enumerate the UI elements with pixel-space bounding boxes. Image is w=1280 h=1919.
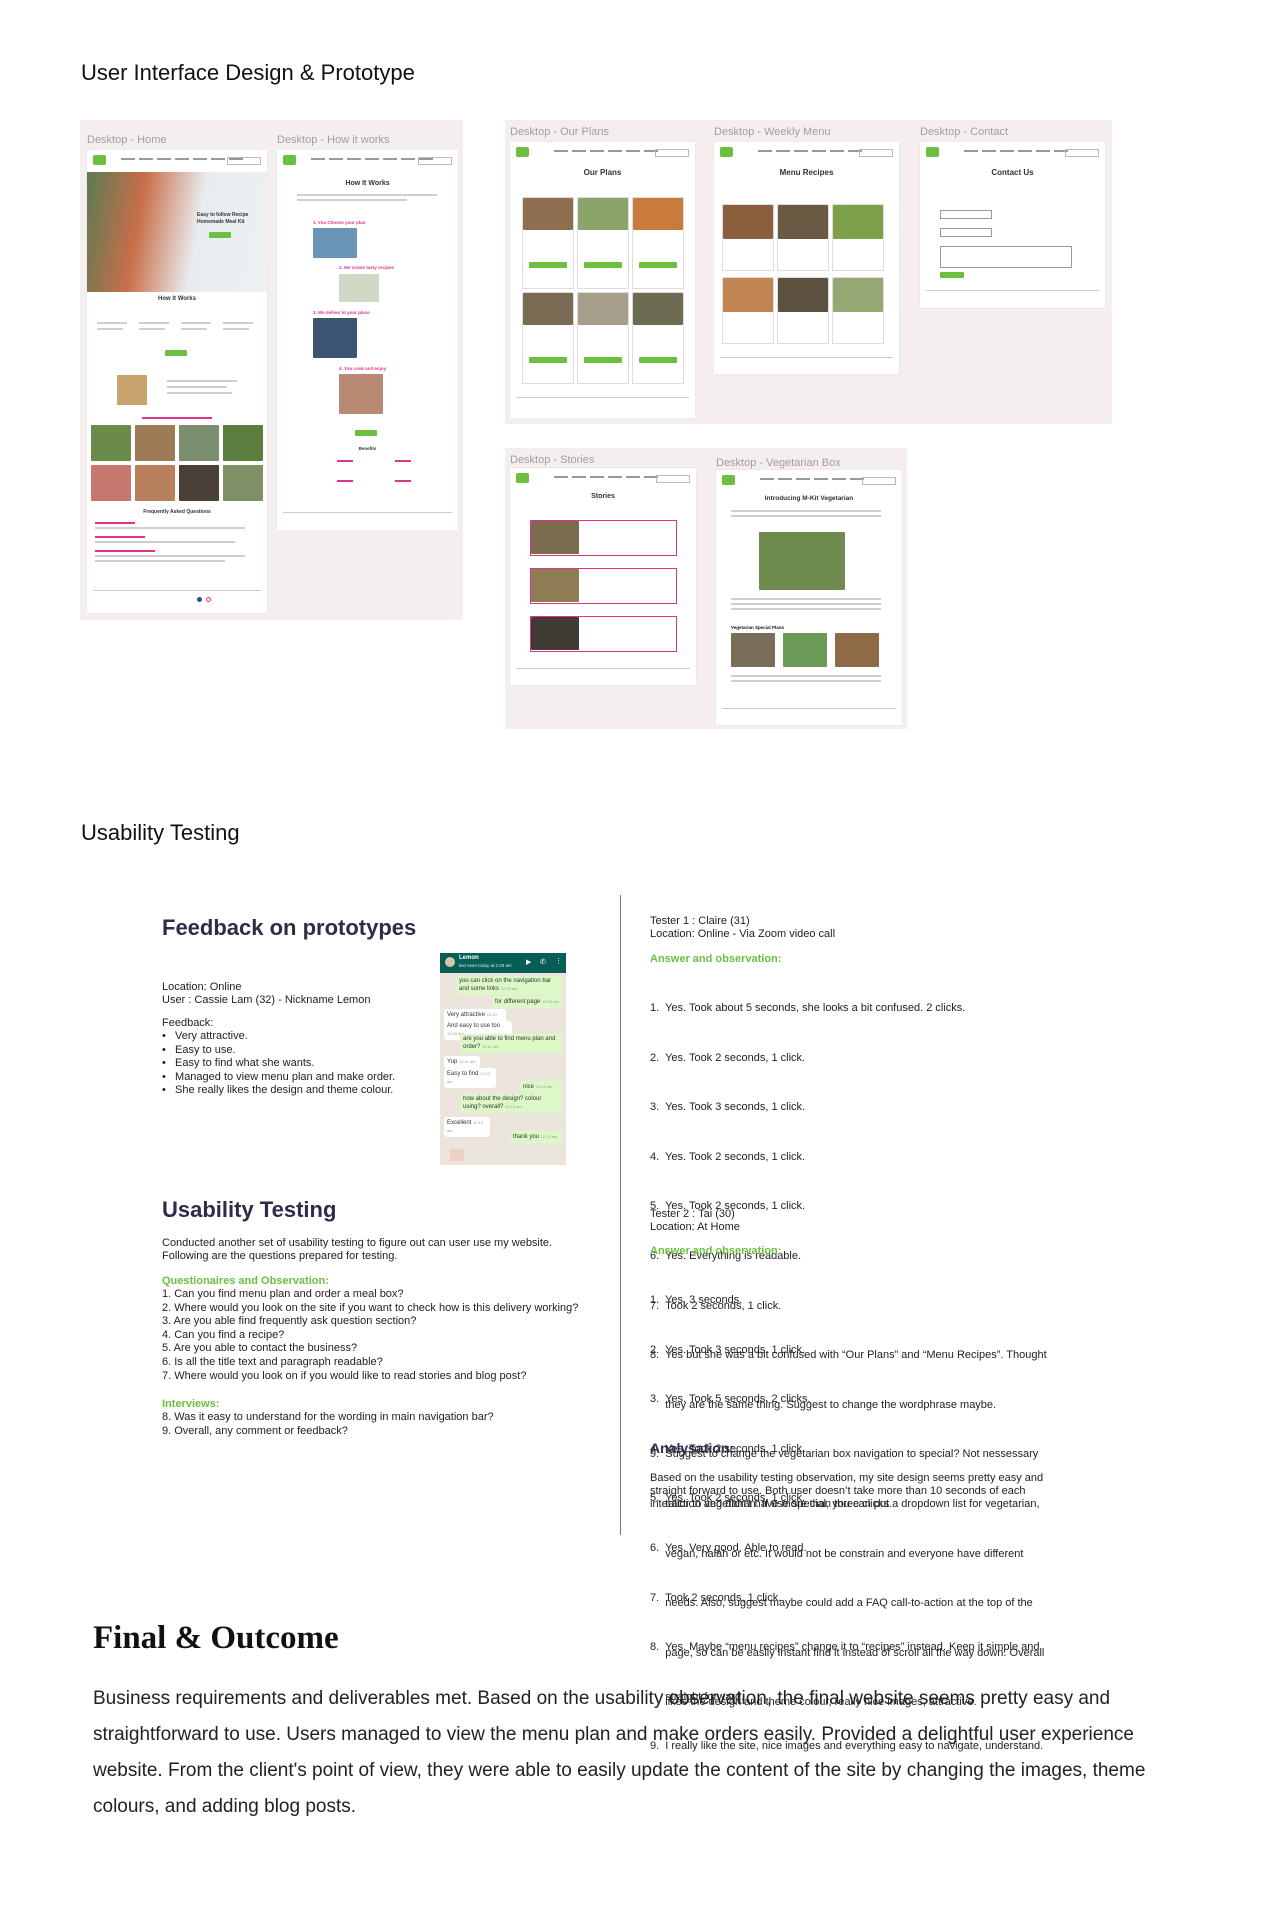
- frame-label-stories: Desktop - Stories: [510, 454, 595, 466]
- weekly-page-mockup: Menu Recipes: [714, 142, 899, 374]
- list-item: 4. Yes. Took 2 seconds, 1 click.: [650, 1150, 806, 1163]
- feedback-title: Feedback on prototypes: [162, 915, 417, 940]
- list-item: 3. Are you able find frequently ask ques…: [162, 1315, 417, 1328]
- usability-testing-title: Usability Testing: [162, 1197, 337, 1222]
- list-item: • Easy to find what she wants.: [162, 1057, 315, 1070]
- list-item: 3. Yes. Took 5 seconds, 2 clicks.: [650, 1393, 811, 1406]
- ui-design-section-title: User Interface Design & Prototype: [81, 60, 415, 85]
- interview-list: 8. Was it easy to understand for the wor…: [162, 1411, 494, 1438]
- frame-label-veg: Desktop - Vegetarian Box: [716, 457, 841, 469]
- mockup-board-home: Desktop - Home Desktop - How it works Ea…: [80, 120, 463, 620]
- frame-label-contact: Desktop - Contact: [920, 126, 1009, 138]
- home-page-mockup: Easy to follow Recipe Homemade Meal Kit …: [87, 150, 267, 613]
- how-page-mockup: How It Works 1. You Choose your plan 2. …: [277, 150, 458, 530]
- hero-title: Easy to follow Recipe Homemade Meal Kit: [197, 212, 249, 225]
- list-item: 1. Yes. 3 seconds.: [650, 1294, 743, 1306]
- veg-page-mockup: Introducing M-Kit Vegetarian Vegetarian …: [716, 470, 902, 725]
- how-title: How It Works: [345, 180, 390, 187]
- list-item: 7. Where would you look on if you would …: [162, 1369, 527, 1382]
- list-item: • Very attractive.: [162, 1030, 248, 1042]
- question-list: 1. Can you find menu plan and order a me…: [162, 1288, 578, 1383]
- final-paragraph: Business requirements and deliverables m…: [93, 1688, 1146, 1817]
- list-item: 2. Where would you look on the site if y…: [162, 1301, 579, 1314]
- mockup-board-plans: Desktop - Our Plans Desktop - Weekly Men…: [505, 120, 1112, 424]
- avatar: [445, 957, 455, 967]
- list-item: 6. Yes. Very good. Able to read.: [650, 1541, 807, 1554]
- frame-label-weekly: Desktop - Weekly Menu: [714, 126, 831, 138]
- final-title: Final & Outcome: [93, 1620, 339, 1656]
- list-item: 8. Yes. Maybe “menu recipes” change it t…: [650, 1641, 1040, 1654]
- list-item: 7. Took 2 seconds, 1 click.: [650, 1591, 782, 1604]
- box-image: [117, 375, 147, 405]
- usability-section-title: Usability Testing: [81, 820, 240, 845]
- list-item: 2. Yes. Took 2 seconds, 1 click.: [650, 1051, 806, 1064]
- analysation-title: Analysation:: [650, 1440, 735, 1456]
- frame-label-plans: Desktop - Our Plans: [510, 126, 610, 138]
- list-item: • Easy to use.: [162, 1043, 236, 1056]
- list-item: 6. Is all the title text and paragraph r…: [162, 1355, 383, 1368]
- feedback-list: • Very attractive. • Easy to use. • Easy…: [162, 1030, 395, 1098]
- usability-sheet: Feedback on prototypes Location: Online …: [150, 895, 1130, 1752]
- list-item: 8. Was it easy to understand for the wor…: [162, 1411, 494, 1423]
- plans-page-mockup: Our Plans: [510, 142, 695, 418]
- list-item: 9. Overall, any comment or feedback?: [162, 1424, 348, 1437]
- list-item: 5. Are you able to contact the business?: [162, 1342, 358, 1355]
- veg-hero-image: [759, 532, 845, 590]
- hero-image: [87, 172, 267, 292]
- frame-label-how: Desktop - How it works: [277, 134, 390, 146]
- video-icon: ▶: [526, 959, 532, 966]
- contact-page-mockup: Contact Us: [920, 142, 1105, 308]
- home-how-title: How It Works: [158, 296, 196, 302]
- list-item: • She really likes the design and theme …: [162, 1084, 394, 1097]
- phone-icon: ✆: [540, 959, 546, 966]
- stories-page-mockup: Stories: [510, 468, 696, 685]
- home-faq-title: Frequently Asked Questions: [143, 509, 211, 515]
- list-item: 2. Yes. Took 3 seconds, 1 click.: [650, 1343, 806, 1356]
- more-icon: ⋮: [555, 958, 562, 965]
- list-item: 1. Yes. Took about 5 seconds, she looks …: [650, 1002, 966, 1014]
- frame-label-home: Desktop - Home: [87, 134, 167, 146]
- list-item: 1. Can you find menu plan and order a me…: [162, 1288, 404, 1300]
- hero-cta: [209, 232, 231, 238]
- list-item: 3. Yes. Took 3 seconds, 1 click.: [650, 1101, 806, 1114]
- chat-screenshot: Lemon last seen today at 2:29 am ▶ ✆ ⋮ y…: [440, 953, 566, 1165]
- mockup-board-stories: Desktop - Stories Desktop - Vegetarian B…: [505, 448, 907, 729]
- sticker-image: [450, 1149, 464, 1161]
- home-food-grid: [91, 425, 263, 501]
- list-item: 4. Can you find a recipe?: [162, 1328, 285, 1341]
- list-item: • Managed to view menu plan and make ord…: [162, 1070, 396, 1083]
- column-divider: [620, 895, 621, 1535]
